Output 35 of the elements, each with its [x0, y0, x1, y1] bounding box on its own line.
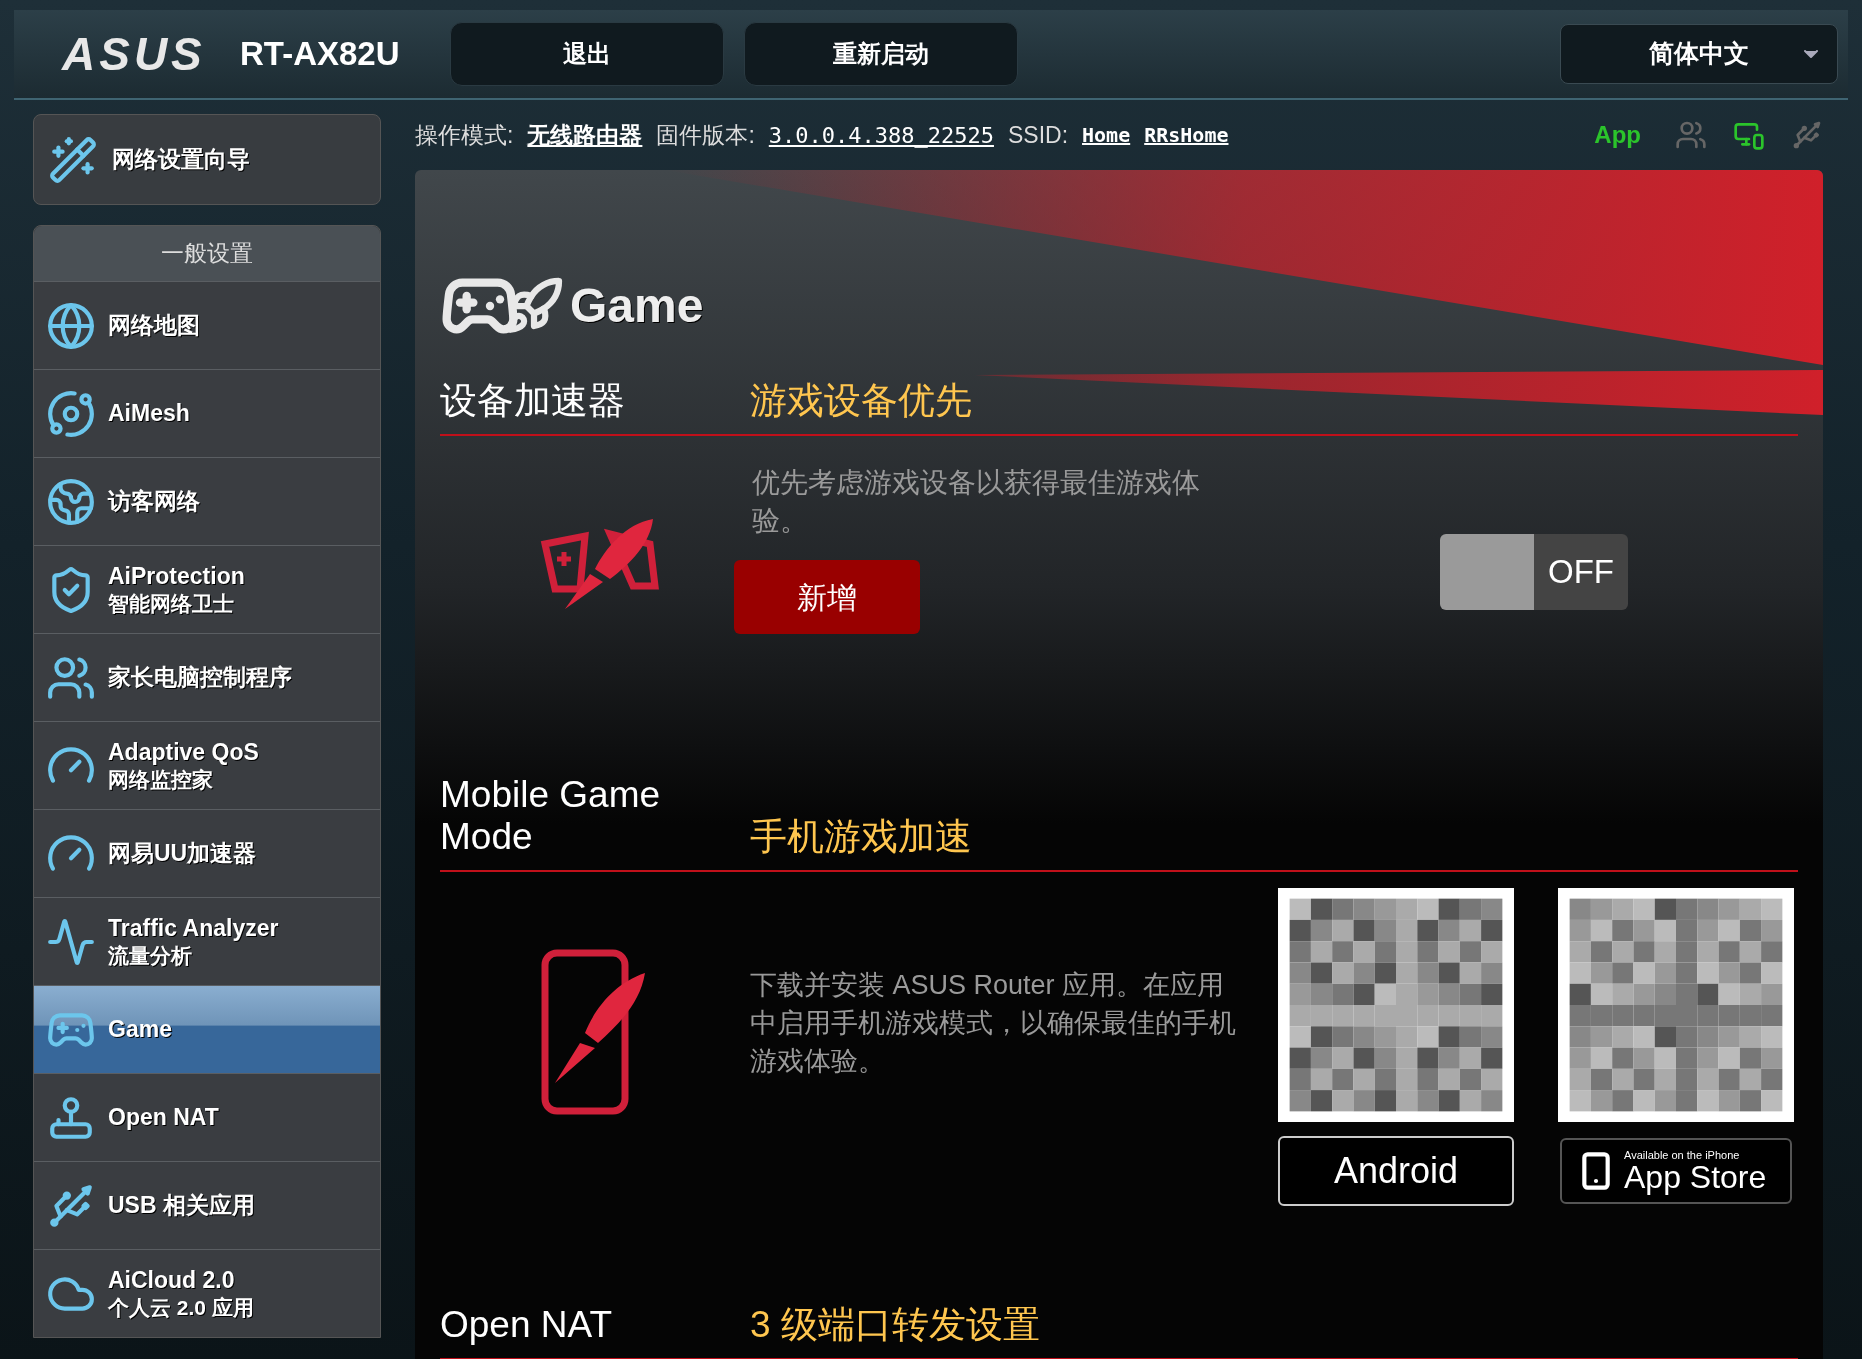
description: 下载并安装 ASUS Router 应用。在应用中启用手机游戏模式，以确保最佳的手机游戏体验。: [750, 969, 1237, 1078]
add-button[interactable]: 新增: [734, 560, 920, 634]
section-heading: 3 级端口转发设置: [750, 1304, 1040, 1346]
users-icon[interactable]: [1675, 119, 1707, 151]
header-button[interactable]: 重新启动: [743, 22, 1018, 86]
firmware-link[interactable]: 3.0.0.4.388_22525: [768, 118, 994, 152]
orbit-icon: [46, 388, 96, 439]
description: 优先考虑游戏设备以获得最佳游戏体验。: [752, 466, 1201, 538]
mode-link[interactable]: 无线路由器: [527, 117, 643, 153]
section-label: Open NAT: [440, 1304, 614, 1346]
language-dropdown[interactable]: 简体中文: [1560, 24, 1838, 84]
header-button[interactable]: 退出: [449, 22, 724, 86]
section-heading: 手机游戏加速: [750, 816, 972, 858]
globe-icon: [46, 300, 96, 351]
section-title: 一般设置: [34, 226, 380, 281]
page-title: Game: [570, 278, 704, 334]
pulse-icon: [46, 916, 96, 967]
ssid-link[interactable]: Home: [1082, 120, 1131, 150]
section-heading: 游戏设备优先: [750, 380, 972, 422]
section-label: 设备加速器: [440, 380, 626, 422]
firmware-label: 固件版本:: [656, 120, 755, 150]
mode-label: 操作模式:: [415, 120, 514, 150]
app-link[interactable]: App: [1594, 117, 1641, 153]
logo: ASUS: [62, 26, 207, 82]
usb-icon[interactable]: [1791, 119, 1823, 151]
wizard-button[interactable]: 网络设置向导: [33, 114, 381, 205]
section-label: Mobile Game Mode: [440, 774, 662, 858]
app-store-button[interactable]: Available on the iPhone App Store: [1560, 1138, 1792, 1204]
model-name: RT-AX82U: [240, 34, 400, 75]
globe-icon: [46, 476, 96, 527]
sidebar-item[interactable]: Game: [34, 985, 380, 1073]
ssid-label: SSID:: [1007, 120, 1069, 150]
ssid-link[interactable]: RRsHome: [1144, 120, 1229, 150]
android-button[interactable]: Android: [1278, 1136, 1514, 1206]
wand-icon: [48, 134, 98, 185]
